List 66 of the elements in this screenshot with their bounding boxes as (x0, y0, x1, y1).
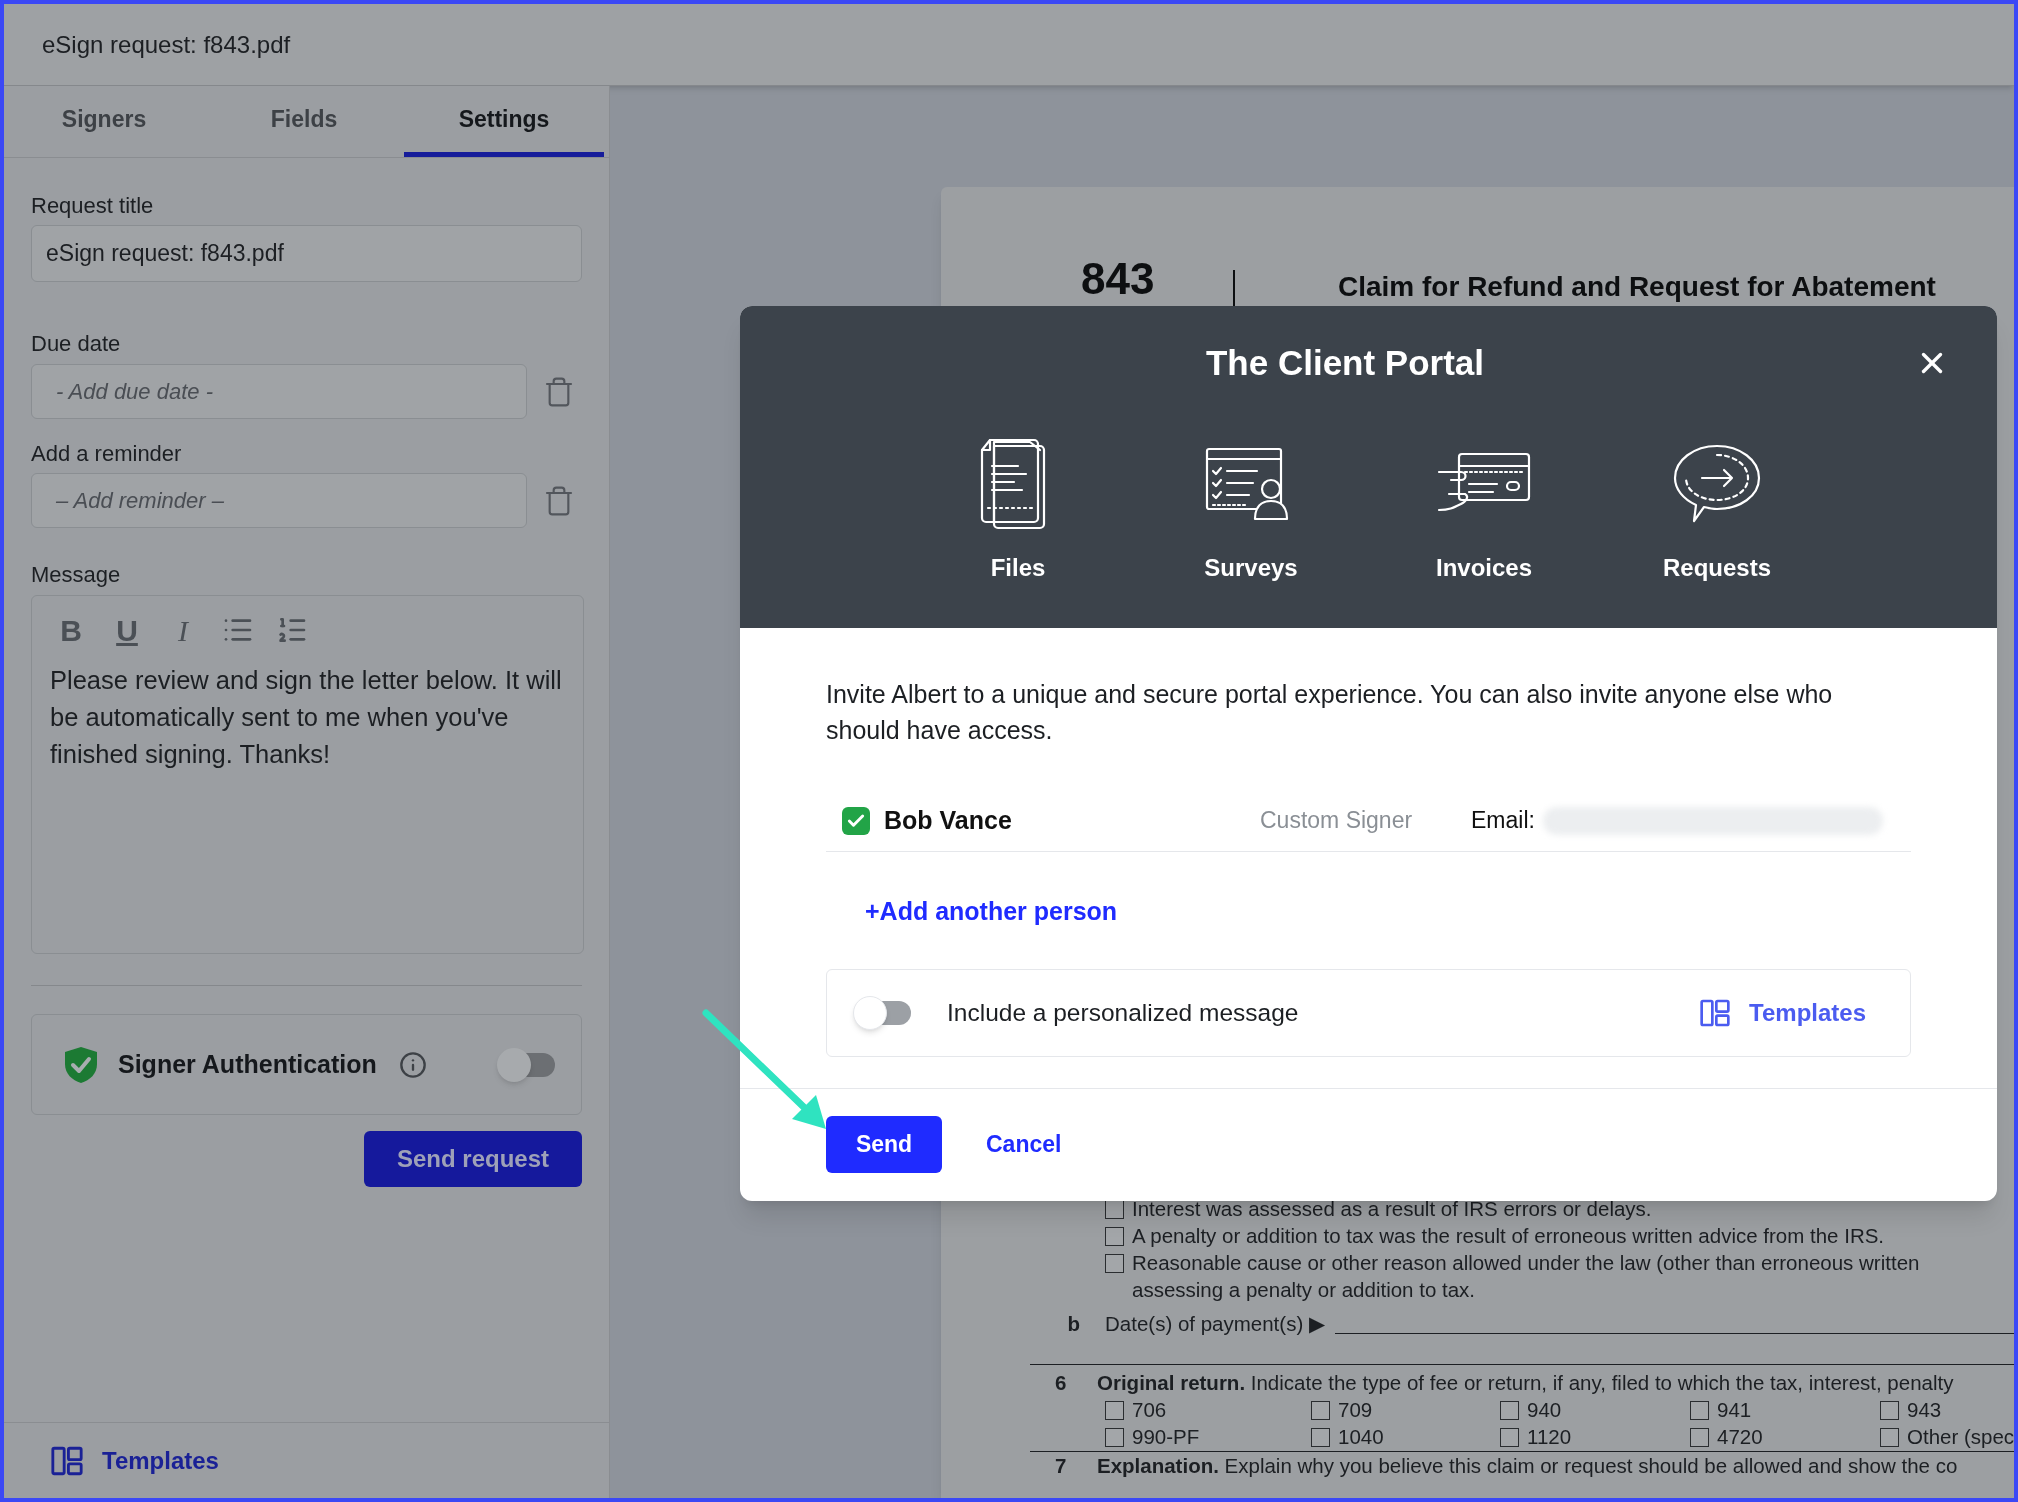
trash-icon[interactable] (543, 484, 575, 517)
checkbox[interactable] (1880, 1401, 1899, 1420)
checkbox[interactable] (1500, 1401, 1519, 1420)
send-button[interactable]: Send (826, 1116, 942, 1173)
form-text: Interest was assessed as a result of IRS errors or delays. (1132, 1196, 1652, 1223)
email-label: Email: (1471, 806, 1536, 836)
title-input[interactable]: eSign request: f843.pdf (31, 225, 582, 282)
field-label: Request title (31, 192, 155, 220)
bold-button[interactable]: B (54, 607, 88, 653)
cancel-button[interactable]: Cancel (986, 1127, 1062, 1162)
feature-label: Requests (1662, 553, 1771, 583)
shield-check-icon (64, 1045, 98, 1084)
templates-icon (1699, 997, 1732, 1029)
personal-message-label: Include a personalized message (947, 997, 1299, 1028)
signer-checkbox[interactable] (842, 806, 870, 835)
personal-message-toggle[interactable] (853, 995, 911, 1031)
line-number: 7 (1054, 1452, 1068, 1479)
checkbox[interactable] (1105, 1401, 1124, 1420)
window-title: eSign request: f843.pdf (42, 29, 291, 60)
templates-link[interactable]: Templates (102, 1442, 219, 1479)
trash-icon[interactable] (543, 375, 575, 408)
form-text: A penalty or addition to tax was the result of erroneous written advice from the IRS. (1132, 1223, 1885, 1250)
templates-link[interactable]: Templates (1749, 995, 1866, 1031)
feature-label: Invoices (1435, 553, 1532, 583)
checkbox[interactable] (1690, 1401, 1709, 1420)
info-icon[interactable] (398, 1050, 427, 1079)
tab[interactable]: Settings (404, 86, 604, 157)
send-request-button[interactable]: Send request (364, 1131, 582, 1187)
italic-button[interactable]: I (166, 607, 200, 653)
checkbox[interactable] (1880, 1428, 1899, 1447)
checkbox[interactable] (1105, 1428, 1124, 1447)
date-input[interactable]: - Add due date - (31, 364, 527, 419)
form-text: Original return. Indicate the type of fee or return, if any, filed to which the tax, interest, penalty (1097, 1369, 1954, 1396)
signer-authentication-label: Signer Authentication (118, 1048, 377, 1080)
feature-label: Surveys (1204, 553, 1298, 583)
form-number: 843 (1081, 257, 1155, 301)
form-text: assessing a penalty or addition to tax. (1132, 1277, 1475, 1304)
checkbox[interactable] (1690, 1428, 1709, 1447)
checkbox[interactable] (1105, 1254, 1124, 1273)
message-editor[interactable]: B U I Please review and sign the letter below. It will be automatically sent to me when you've finished signing. Thanks! (31, 595, 584, 954)
checkbox[interactable] (1105, 1227, 1124, 1246)
dialog-title: The Client Portal (1204, 341, 1486, 384)
date-input[interactable]: – Add reminder – (31, 473, 527, 528)
underline-button[interactable]: U (110, 607, 144, 653)
checkbox[interactable] (1500, 1428, 1519, 1447)
field-label: Due date (31, 330, 122, 358)
invite-text: Invite Albert to a unique and secure portal experience. You can also invite anyone else who should have access. (826, 679, 1834, 746)
tab[interactable]: Signers (4, 86, 204, 157)
signer-name: Bob Vance (884, 804, 1013, 836)
field-label: Add a reminder (31, 440, 183, 468)
message-text: Please review and sign the letter below. It will be automatically sent to me when you've finished signing. Thanks! (50, 665, 563, 770)
add-person-link[interactable]: +Add another person (865, 893, 1118, 929)
line-number: 6 (1054, 1369, 1068, 1396)
line-letter: b (1066, 1310, 1081, 1337)
form-text: Reasonable cause or other reason allowed under the law (other than erroneous written (1132, 1250, 1920, 1277)
signer-role: Custom Signer (1260, 806, 1414, 836)
speech-bubble-arrow-icon (1672, 443, 1762, 525)
form-title: Claim for Refund and Request for Abatement (1338, 273, 1936, 301)
signer-authentication-toggle[interactable] (497, 1046, 555, 1083)
tab[interactable]: Fields (204, 86, 404, 157)
checkbox[interactable] (1311, 1428, 1330, 1447)
feature-label: Files (990, 553, 1046, 583)
form-text: Explanation. Explain why you believe this claim or request should be allowed and show the co (1097, 1452, 1958, 1479)
checkbox[interactable] (1311, 1401, 1330, 1420)
form-text: Date(s) of payment(s) ▶ (1105, 1310, 1325, 1337)
field-label: Message (31, 561, 122, 589)
